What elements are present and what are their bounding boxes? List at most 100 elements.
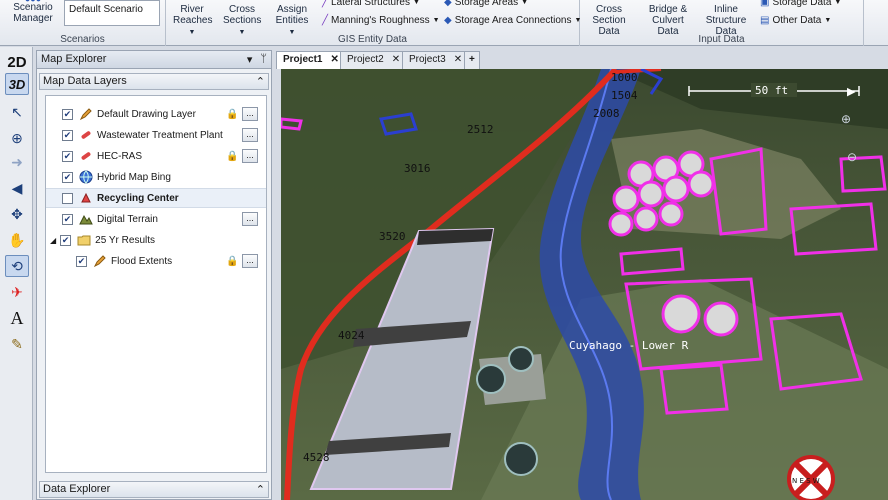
bridge-culvert-button[interactable]: Bridge & Culvert Data	[640, 4, 696, 37]
zoom-extents-icon[interactable]: ✥	[5, 203, 29, 225]
tab-project1[interactable]: Project1 ✕	[276, 51, 346, 69]
scenarios-caption: Scenarios	[60, 34, 105, 45]
lock-icon[interactable]: 🔒	[226, 151, 238, 162]
station-label: 1504	[611, 89, 638, 102]
layer-checkbox[interactable]: ✔	[62, 171, 73, 183]
dropdown-icon[interactable]: ▾	[247, 53, 253, 66]
zoom-in-icon[interactable]: ⊕	[841, 112, 851, 126]
reach-label: Cuyahago - Lower R	[569, 339, 689, 352]
document-tabs: Project1 ✕ Project2 ✕ Project3 ✕ +	[276, 50, 888, 70]
chevron-down-icon: ▼	[432, 17, 440, 24]
pencil-icon	[93, 255, 106, 268]
lock-icon[interactable]: 🔒	[226, 109, 238, 120]
collapse-chevron-icon[interactable]: ⌃	[256, 483, 265, 496]
other-data-icon: ▤	[760, 15, 770, 26]
layer-checkbox[interactable]: ✔	[62, 150, 73, 162]
layer-checkbox[interactable]: ✔	[62, 108, 73, 120]
layer-options-button[interactable]: ...	[242, 149, 258, 163]
assign-entities-button[interactable]: Assign Entities ▼	[270, 4, 314, 38]
layer-default-drawing[interactable]: ✔ Default Drawing Layer 🔒 ...	[46, 104, 266, 124]
layer-checkbox[interactable]: ✔	[60, 234, 72, 246]
orbit-icon[interactable]: ⟲	[5, 255, 29, 277]
layer-checkbox[interactable]: ✔	[62, 213, 73, 225]
globe-icon	[79, 170, 93, 184]
map-explorer-panel: Map Explorer ▾ ᛘ Map Data Layers ⌃ ✔ Def…	[36, 50, 272, 500]
terrain-icon	[79, 214, 93, 225]
layer-checkbox[interactable]: ✔	[62, 129, 73, 141]
close-icon[interactable]: ✕	[330, 54, 338, 67]
close-icon[interactable]: ✕	[454, 54, 462, 67]
map-view[interactable]: 50 ft 1000 1504 2008 2512 3016 3520 4024…	[281, 69, 888, 500]
zoom-previous-icon[interactable]: ◀	[5, 177, 29, 199]
cross-sections-button[interactable]: Cross Sections ▼	[220, 4, 264, 38]
station-label: 3520	[379, 230, 406, 243]
expand-triangle-icon[interactable]: ◢	[50, 236, 56, 245]
map-toolstrip: 2D 3D ↖ ⊕ ➜ ◀ ✥ ✋ ⟲ ✈ A ✎	[0, 47, 33, 500]
pin-icon[interactable]: ᛘ	[260, 53, 267, 66]
pipe-icon	[81, 152, 91, 160]
other-data-button[interactable]: ▤ Other Data ▼	[760, 15, 831, 26]
inline-structure-button[interactable]: Inline Structure Data	[698, 4, 754, 37]
scenario-manager-button[interactable]: ●●● Scenario Manager	[6, 0, 60, 24]
zoom-next-icon[interactable]: ➜	[5, 151, 29, 173]
layer-checkbox[interactable]: ✔	[76, 255, 87, 267]
close-icon[interactable]: ✕	[392, 54, 400, 67]
lateral-structures-button[interactable]: ╱ Lateral Structures ▼	[322, 0, 420, 8]
text-annotation-icon[interactable]: A	[5, 307, 29, 329]
map-explorer-titlebar: Map Explorer ▾ ᛘ	[37, 51, 271, 69]
2d-view-button[interactable]: 2D	[5, 51, 29, 73]
pan-right-icon[interactable]: ▶	[847, 86, 856, 98]
layer-options-button[interactable]: ...	[242, 107, 258, 121]
layer-options-button[interactable]: ...	[242, 212, 258, 226]
layer-digital-terrain[interactable]: ✔ Digital Terrain ...	[46, 209, 266, 229]
map-canvas[interactable]: 50 ft 1000 1504 2008 2512 3016 3520 4024…	[281, 69, 888, 500]
cross-section-data-button[interactable]: Cross Section Data	[582, 4, 636, 37]
layer-flood-extents[interactable]: ✔ Flood Extents 🔒 ...	[46, 251, 266, 271]
3d-view-button[interactable]: 3D	[5, 73, 29, 95]
layer-checkbox[interactable]	[62, 192, 73, 204]
new-tab-button[interactable]: +	[464, 51, 480, 69]
scenario-select[interactable]: Default Scenario	[64, 0, 160, 26]
gis-caption: GIS Entity Data	[338, 34, 407, 45]
folder-icon	[77, 235, 91, 246]
pipe-icon	[81, 131, 91, 139]
storage-connections-icon: ◆	[444, 15, 452, 26]
tab-project2[interactable]: Project2 ✕	[340, 51, 408, 69]
zoom-out-icon[interactable]: ⊖	[847, 150, 857, 164]
mannings-roughness-button[interactable]: ╱ Manning's Roughness ▼	[322, 15, 440, 26]
scenarios-group: ●●● Scenario Manager Default Scenario Sc…	[0, 0, 166, 46]
station-label: 2008	[593, 107, 620, 120]
pencil-icon	[79, 108, 92, 121]
layer-25yr-results[interactable]: ◢ ✔ 25 Yr Results	[46, 230, 266, 250]
chevron-down-icon: ▼	[412, 0, 420, 6]
lateral-structures-icon: ╱	[322, 0, 329, 8]
zoom-in-icon[interactable]: ⊕	[5, 127, 29, 149]
layer-options-button[interactable]: ...	[242, 128, 258, 142]
map-data-layers-header[interactable]: Map Data Layers ⌃	[39, 73, 269, 90]
storage-data-button[interactable]: ▣ Storage Data ▼	[760, 0, 841, 8]
storage-data-icon: ▣	[760, 0, 770, 8]
storage-areas-button[interactable]: ◆ Storage Areas ▼	[444, 0, 528, 8]
ribbon: ●●● Scenario Manager Default Scenario Sc…	[0, 0, 888, 46]
layer-wastewater[interactable]: ✔ Wastewater Treatment Plant ...	[46, 125, 266, 145]
pan-hand-icon[interactable]: ✋	[5, 229, 29, 251]
station-label: 3016	[404, 162, 431, 175]
layer-options-button[interactable]: ...	[242, 254, 258, 268]
station-label: 4024	[338, 329, 365, 342]
select-pointer-icon[interactable]: ↖	[5, 101, 29, 123]
layer-hec-ras[interactable]: ✔ HEC-RAS 🔒 ...	[46, 146, 266, 166]
layer-hybrid-map[interactable]: ✔ Hybrid Map Bing	[46, 167, 266, 187]
lock-icon[interactable]: 🔒	[226, 256, 238, 267]
input-group: Cross Section Data Bridge & Culvert Data…	[580, 0, 864, 46]
chevron-down-icon: ▼	[834, 0, 842, 6]
tab-project3[interactable]: Project3 ✕	[402, 51, 470, 69]
data-explorer-header[interactable]: Data Explorer ⌃	[39, 481, 269, 498]
station-label: 4528	[303, 451, 330, 464]
collapse-chevron-icon[interactable]: ⌃	[256, 75, 265, 88]
layer-recycling-center[interactable]: Recycling Center	[46, 188, 266, 208]
river-reaches-button[interactable]: River Reaches ▼	[170, 4, 214, 38]
recycle-icon	[81, 192, 91, 203]
storage-connections-button[interactable]: ◆ Storage Area Connections ▼	[444, 15, 581, 26]
draw-tool-icon[interactable]: ✎	[5, 333, 29, 355]
fly-airplane-icon[interactable]: ✈	[5, 281, 29, 303]
